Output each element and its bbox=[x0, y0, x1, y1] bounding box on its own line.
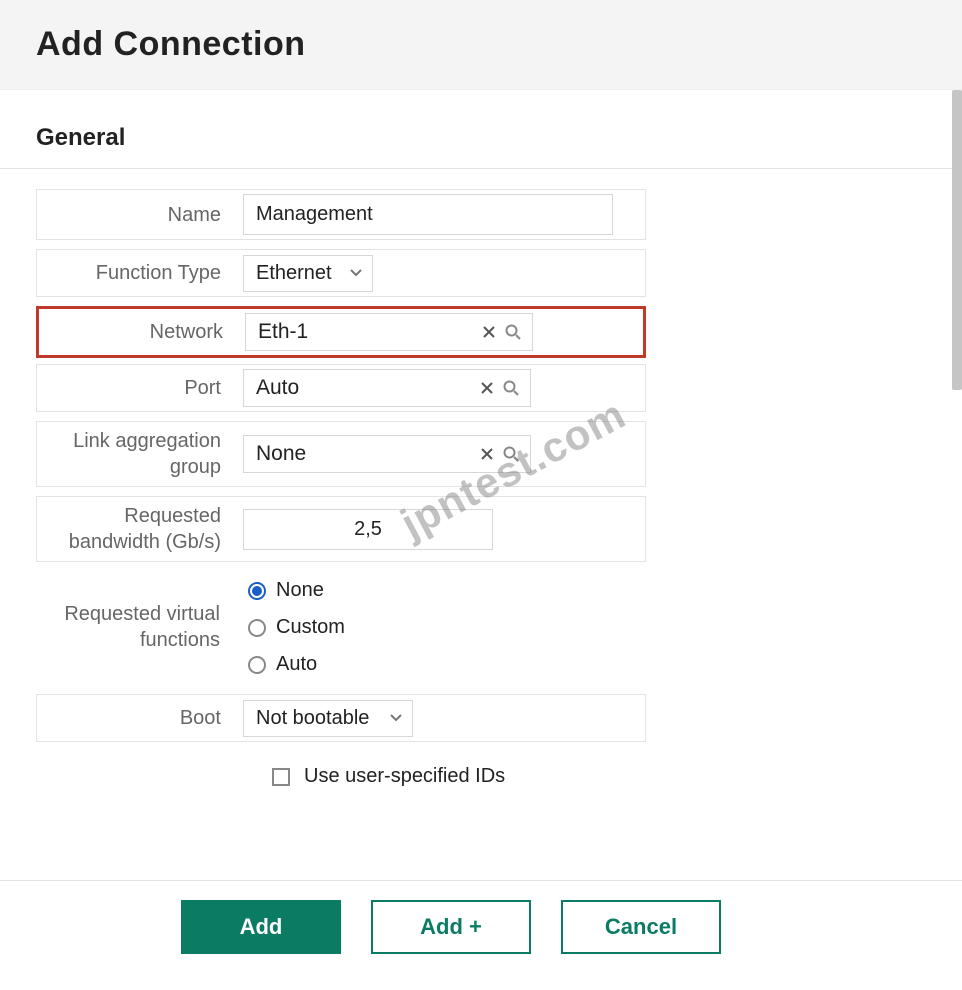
function-type-value: Ethernet bbox=[256, 262, 332, 285]
use-ids-checkbox[interactable] bbox=[272, 768, 290, 786]
rvf-none-label: None bbox=[276, 579, 324, 602]
section-title-general: General bbox=[0, 90, 962, 169]
row-boot: Boot Not bootable bbox=[36, 694, 646, 742]
row-lag: Link aggregation group None bbox=[36, 421, 646, 487]
bandwidth-input[interactable] bbox=[243, 509, 493, 550]
chevron-down-icon bbox=[350, 269, 362, 277]
rvf-option-none[interactable]: None bbox=[248, 579, 345, 602]
boot-value: Not bootable bbox=[256, 707, 369, 730]
rvf-option-auto[interactable]: Auto bbox=[248, 653, 345, 676]
label-name: Name bbox=[37, 190, 237, 239]
dialog-title: Add Connection bbox=[36, 25, 306, 64]
boot-select[interactable]: Not bootable bbox=[243, 700, 413, 737]
clear-icon[interactable] bbox=[476, 377, 498, 399]
form-general: Name Function Type Ethernet Network Eth-… bbox=[0, 169, 962, 808]
search-icon[interactable] bbox=[500, 377, 522, 399]
rvf-option-custom[interactable]: Custom bbox=[248, 616, 345, 639]
lag-value: None bbox=[256, 442, 474, 466]
add-plus-button[interactable]: Add + bbox=[371, 900, 531, 954]
label-boot: Boot bbox=[37, 695, 237, 741]
port-lookup[interactable]: Auto bbox=[243, 369, 531, 407]
port-value: Auto bbox=[256, 376, 474, 400]
use-ids-label: Use user-specified IDs bbox=[304, 765, 505, 788]
row-function-type: Function Type Ethernet bbox=[36, 249, 646, 297]
radio-icon bbox=[248, 656, 266, 674]
rvf-auto-label: Auto bbox=[276, 653, 317, 676]
row-rvf: Requested virtual functions None Custom … bbox=[36, 571, 646, 684]
label-function-type: Function Type bbox=[37, 250, 237, 296]
dialog-header: Add Connection bbox=[0, 0, 962, 90]
chevron-down-icon bbox=[390, 714, 402, 722]
radio-icon bbox=[248, 582, 266, 600]
search-icon[interactable] bbox=[502, 321, 524, 343]
label-rvf: Requested virtual functions bbox=[36, 571, 236, 663]
network-lookup[interactable]: Eth-1 bbox=[245, 313, 533, 351]
row-name: Name bbox=[36, 189, 646, 240]
row-use-ids: Use user-specified IDs bbox=[36, 751, 926, 798]
search-icon[interactable] bbox=[500, 443, 522, 465]
clear-icon[interactable] bbox=[476, 443, 498, 465]
row-port: Port Auto bbox=[36, 364, 646, 412]
function-type-select[interactable]: Ethernet bbox=[243, 255, 373, 292]
lag-lookup[interactable]: None bbox=[243, 435, 531, 473]
network-value: Eth-1 bbox=[258, 320, 476, 344]
clear-icon[interactable] bbox=[478, 321, 500, 343]
footer-actions: Add Add + Cancel bbox=[0, 900, 962, 954]
add-button[interactable]: Add bbox=[181, 900, 341, 954]
label-network: Network bbox=[39, 309, 239, 355]
radio-icon bbox=[248, 619, 266, 637]
label-bandwidth: Requested bandwidth (Gb/s) bbox=[37, 497, 237, 561]
row-bandwidth: Requested bandwidth (Gb/s) bbox=[36, 496, 646, 562]
footer-separator bbox=[0, 880, 962, 881]
label-port: Port bbox=[37, 365, 237, 411]
name-input[interactable] bbox=[243, 194, 613, 235]
rvf-radio-group: None Custom Auto bbox=[248, 575, 345, 680]
label-lag: Link aggregation group bbox=[37, 422, 237, 486]
row-network: Network Eth-1 bbox=[36, 306, 646, 358]
rvf-custom-label: Custom bbox=[276, 616, 345, 639]
cancel-button[interactable]: Cancel bbox=[561, 900, 721, 954]
